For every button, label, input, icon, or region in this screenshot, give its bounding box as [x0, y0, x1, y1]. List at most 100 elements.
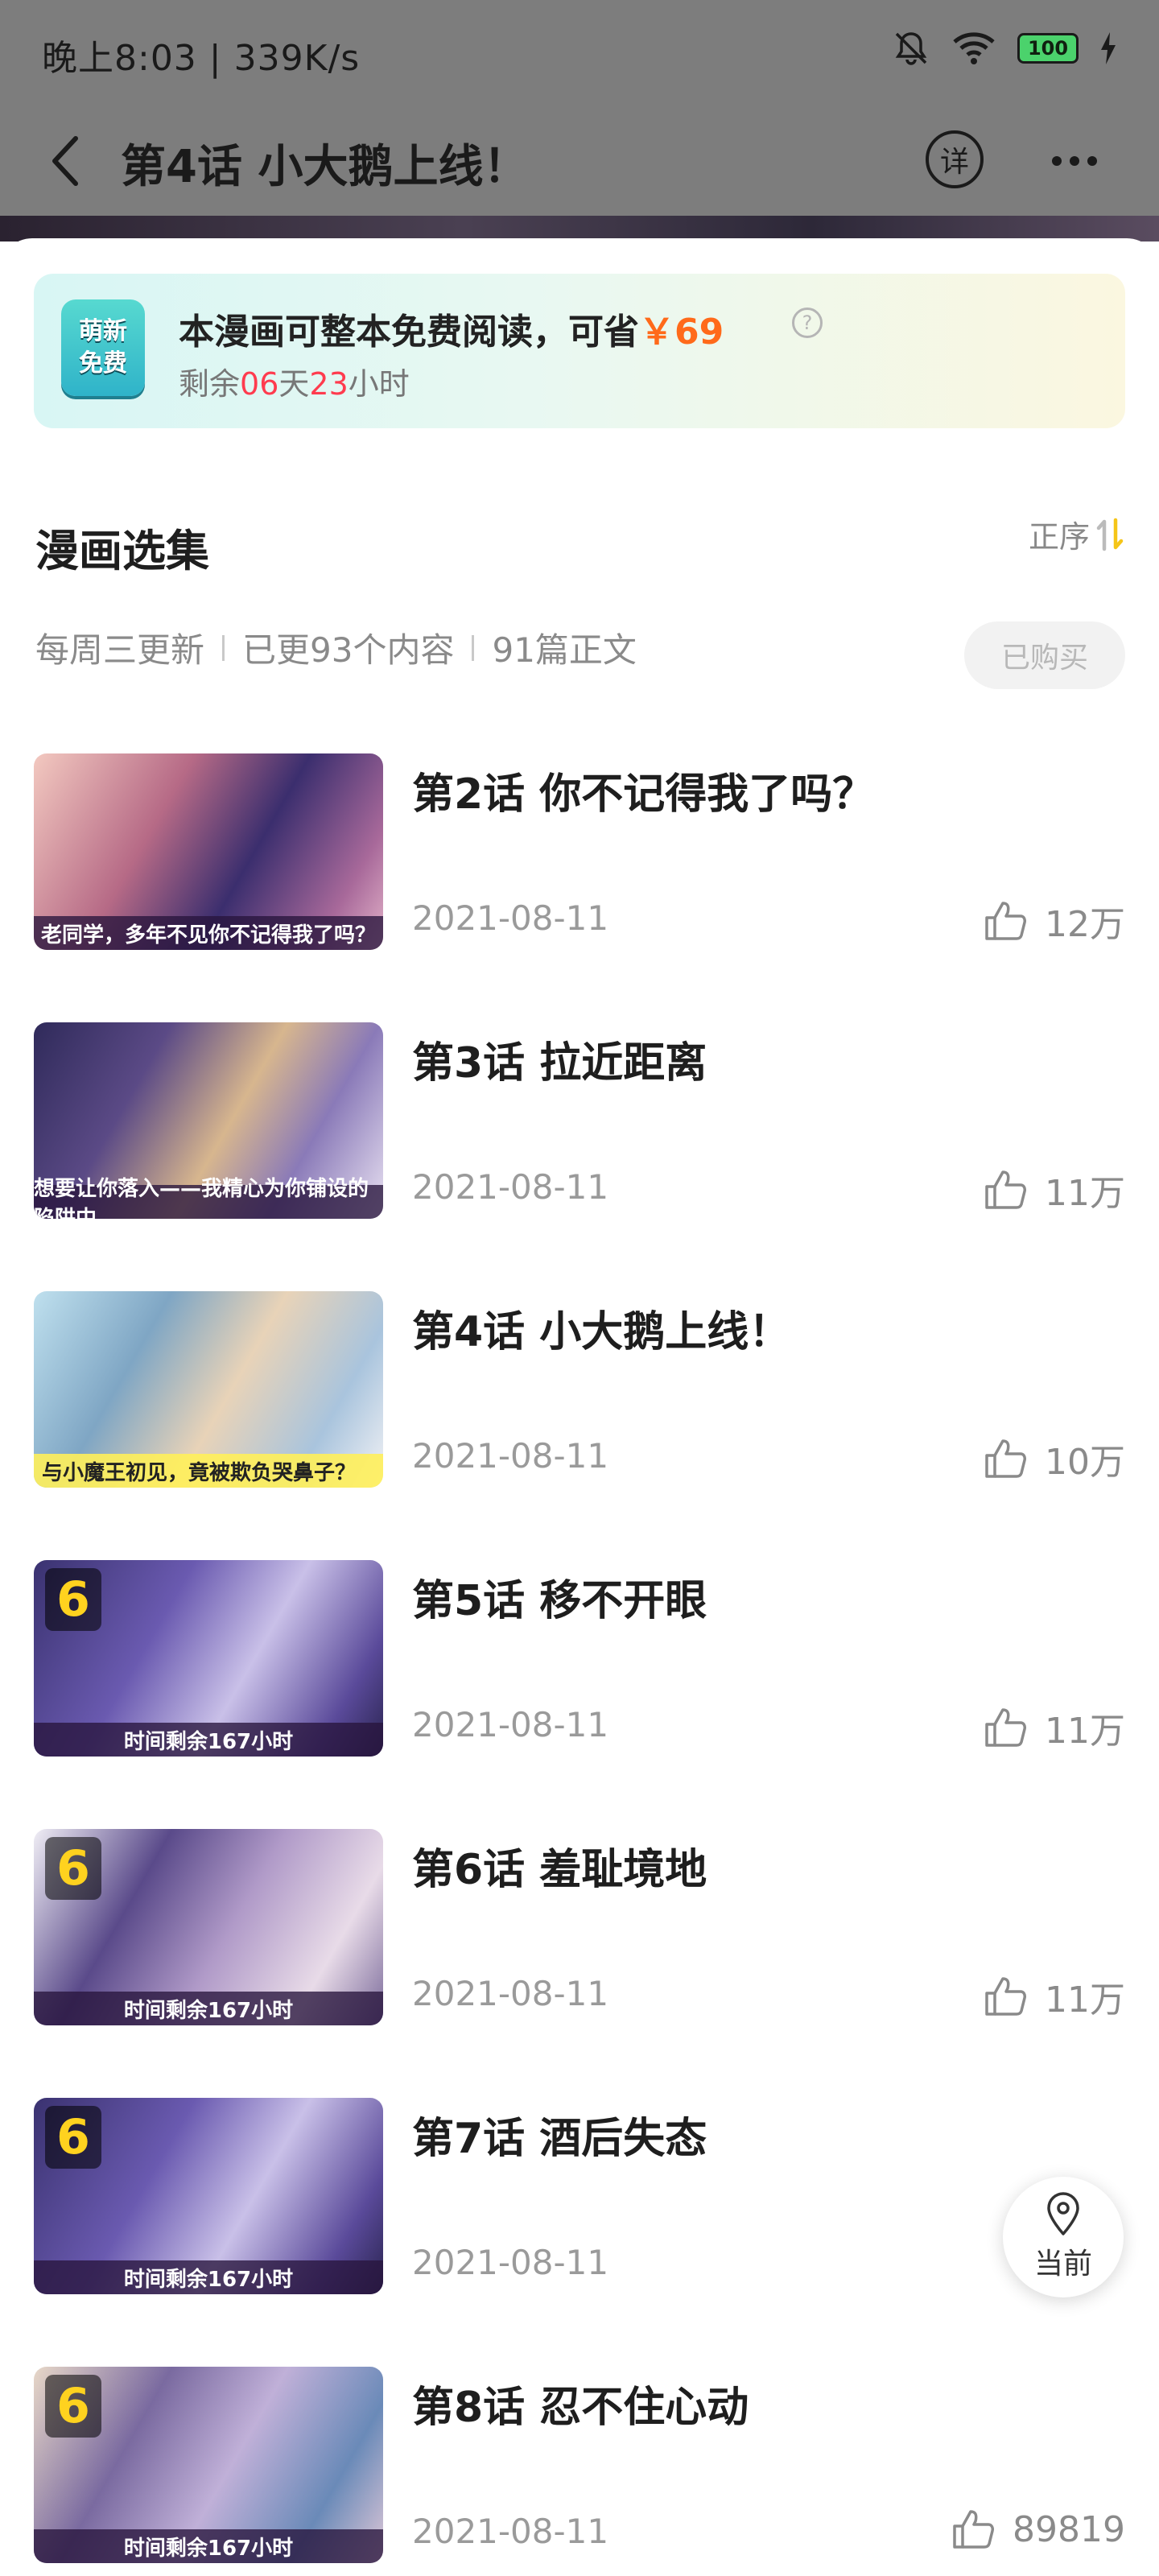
thumbnail-caption: 时间剩余167小时: [34, 1723, 383, 1757]
episode-date: 2021-08-11: [412, 898, 609, 938]
episode-date: 2021-08-11: [412, 1705, 609, 1744]
more-dot-icon: [1087, 156, 1097, 166]
battery-level: 100: [1027, 37, 1069, 60]
episode-thumbnail: 6 时间剩余167小时: [34, 2098, 383, 2294]
nav-bar: 第4话 小大鹅上线！ 详: [0, 113, 1159, 209]
wait-free-lock-badge: 6: [45, 1568, 101, 1631]
more-dot-icon: [1070, 156, 1079, 166]
like-count-value: 11万: [1045, 1711, 1125, 1752]
meta-divider: [222, 634, 225, 661]
episode-thumbnail: 老同学，多年不见你不记得我了吗？: [34, 753, 383, 950]
episode-item[interactable]: 6 时间剩余167小时 第7话 酒后失态 2021-08-11: [0, 2098, 1159, 2297]
episode-item[interactable]: 老同学，多年不见你不记得我了吗？ 第2话 你不记得我了吗？ 2021-08-11…: [0, 753, 1159, 953]
episode-thumbnail: 6 时间剩余167小时: [34, 2367, 383, 2563]
badge-line-1: 萌新: [79, 317, 127, 345]
detail-button[interactable]: 详: [926, 130, 984, 188]
more-options-button[interactable]: [1038, 129, 1111, 193]
episode-item[interactable]: 6 时间剩余167小时 第8话 忍不住心动 2021-08-11 89819: [0, 2367, 1159, 2566]
thumbs-up-icon: [985, 1977, 1026, 2016]
status-bar: 晚上8:03 | 339K/s 100: [0, 0, 1159, 105]
wait-free-lock-badge: 6: [45, 2106, 101, 2169]
like-count-value: 89819: [1013, 2508, 1125, 2550]
chapter-count: 91篇正文: [492, 630, 637, 670]
episode-date: 2021-08-11: [412, 1974, 609, 2013]
countdown-hours: 23: [309, 366, 349, 402]
content-count: 已更93个内容: [242, 630, 455, 670]
sort-toggle[interactable]: 正序: [1029, 512, 1125, 556]
meta-divider: [472, 634, 475, 661]
like-count-value: 10万: [1045, 1442, 1125, 1483]
like-count[interactable]: 12万: [984, 895, 1125, 947]
wifi-icon: [953, 32, 995, 64]
episode-item[interactable]: 6 时间剩余167小时 第5话 移不开眼 2021-08-11 11万: [0, 1560, 1159, 1760]
promo-title-text: 本漫画可整本免费阅读，可省: [179, 312, 639, 353]
promo-price: ￥69: [639, 312, 724, 353]
episode-thumbnail: 想要让你落入——我精心为你铺设的陷阱中: [34, 1022, 383, 1219]
episode-item[interactable]: 想要让你落入——我精心为你铺设的陷阱中 第3话 拉近距离 2021-08-11 …: [0, 1022, 1159, 1222]
charging-icon: [1101, 32, 1116, 64]
countdown-hours-unit: 小时: [348, 366, 410, 402]
like-count[interactable]: 10万: [984, 1433, 1125, 1484]
comic-meta: 每周三更新 已更93个内容 91篇正文: [35, 623, 637, 672]
episode-title: 第5话 移不开眼: [412, 1577, 707, 1625]
promo-countdown: 剩余06天23小时: [179, 359, 410, 403]
thumbnail-caption: 时间剩余167小时: [34, 2529, 383, 2563]
back-button[interactable]: [42, 129, 98, 193]
countdown-days: 06: [240, 366, 279, 402]
countdown-days-unit: 天: [278, 366, 310, 402]
like-count-value: 11万: [1045, 1979, 1125, 2021]
like-count[interactable]: 11万: [984, 1702, 1125, 1753]
jump-to-current-button[interactable]: 当前: [1003, 2177, 1124, 2297]
like-count[interactable]: 89819: [951, 2508, 1125, 2550]
newbie-free-badge: 萌新 免费: [61, 299, 145, 396]
help-icon[interactable]: ?: [792, 308, 823, 338]
episode-thumbnail: 与小魔王初见，竟被欺负哭鼻子？: [34, 1291, 383, 1488]
thumbs-up-icon: [985, 1439, 1026, 1478]
dimmed-header: 晚上8:03 | 339K/s 100 第4话 小大鹅上线！ 详: [0, 0, 1159, 242]
chevron-left-icon: [52, 136, 78, 186]
thumbnail-caption: 时间剩余167小时: [34, 1992, 383, 2025]
episode-date: 2021-08-11: [412, 2243, 609, 2282]
episode-title: 第3话 拉近距离: [412, 1039, 707, 1088]
episode-sheet: 萌新 免费 本漫画可整本免费阅读，可省￥69 ? 剩余06天23小时 漫画选集 …: [0, 238, 1159, 2576]
episode-thumbnail: 6 时间剩余167小时: [34, 1560, 383, 1757]
like-count[interactable]: 11万: [984, 1164, 1125, 1216]
episode-title: 第8话 忍不住心动: [412, 2384, 749, 2432]
wait-free-lock-badge: 6: [45, 1837, 101, 1900]
episode-date: 2021-08-11: [412, 2512, 609, 2551]
sort-arrows-icon: [1096, 518, 1124, 551]
episode-date: 2021-08-11: [412, 1436, 609, 1476]
episode-title: 第6话 羞耻境地: [412, 1846, 707, 1894]
episode-item[interactable]: 6 时间剩余167小时 第6话 羞耻境地 2021-08-11 11万: [0, 1829, 1159, 2029]
thumbs-up-icon: [985, 902, 1026, 940]
episode-title: 第4话 小大鹅上线！: [412, 1308, 791, 1356]
like-count-value: 12万: [1045, 904, 1125, 945]
free-read-banner[interactable]: 萌新 免费 本漫画可整本免费阅读，可省￥69 ? 剩余06天23小时: [34, 274, 1125, 428]
thumbnail-caption: 老同学，多年不见你不记得我了吗？: [34, 916, 383, 950]
thumbnail-caption: 时间剩余167小时: [34, 2260, 383, 2294]
status-time: 晚上8:03 | 339K/s: [42, 38, 361, 79]
section-title: 漫画选集: [35, 526, 209, 576]
promo-title: 本漫画可整本免费阅读，可省￥69: [179, 303, 724, 354]
thumbnail-caption: 想要让你落入——我精心为你铺设的陷阱中: [34, 1177, 383, 1219]
purchased-filter-button[interactable]: 已购买: [964, 621, 1125, 689]
sort-label: 正序: [1028, 519, 1090, 555]
mute-icon: [895, 32, 927, 65]
update-schedule: 每周三更新: [35, 630, 205, 670]
more-dot-icon: [1052, 156, 1062, 166]
thumbs-up-icon: [985, 1708, 1026, 1747]
thumbs-up-icon: [953, 2510, 995, 2549]
episode-item[interactable]: 与小魔王初见，竟被欺负哭鼻子？ 第4话 小大鹅上线！ 2021-08-11 10…: [0, 1291, 1159, 1491]
thumbnail-caption: 与小魔王初见，竟被欺负哭鼻子？: [34, 1454, 383, 1488]
like-count-value: 11万: [1045, 1173, 1125, 1214]
like-count[interactable]: 11万: [984, 1971, 1125, 2022]
episode-date: 2021-08-11: [412, 1167, 609, 1207]
countdown-prefix: 剩余: [179, 366, 241, 402]
episode-title: 第2话 你不记得我了吗？: [412, 770, 875, 819]
location-pin-icon: [1047, 2192, 1079, 2235]
thumbs-up-icon: [985, 1170, 1026, 1209]
current-label: 当前: [1033, 2248, 1092, 2281]
status-icons: 100: [892, 29, 1117, 68]
badge-line-2: 免费: [79, 349, 127, 378]
wait-free-lock-badge: 6: [45, 2375, 101, 2438]
